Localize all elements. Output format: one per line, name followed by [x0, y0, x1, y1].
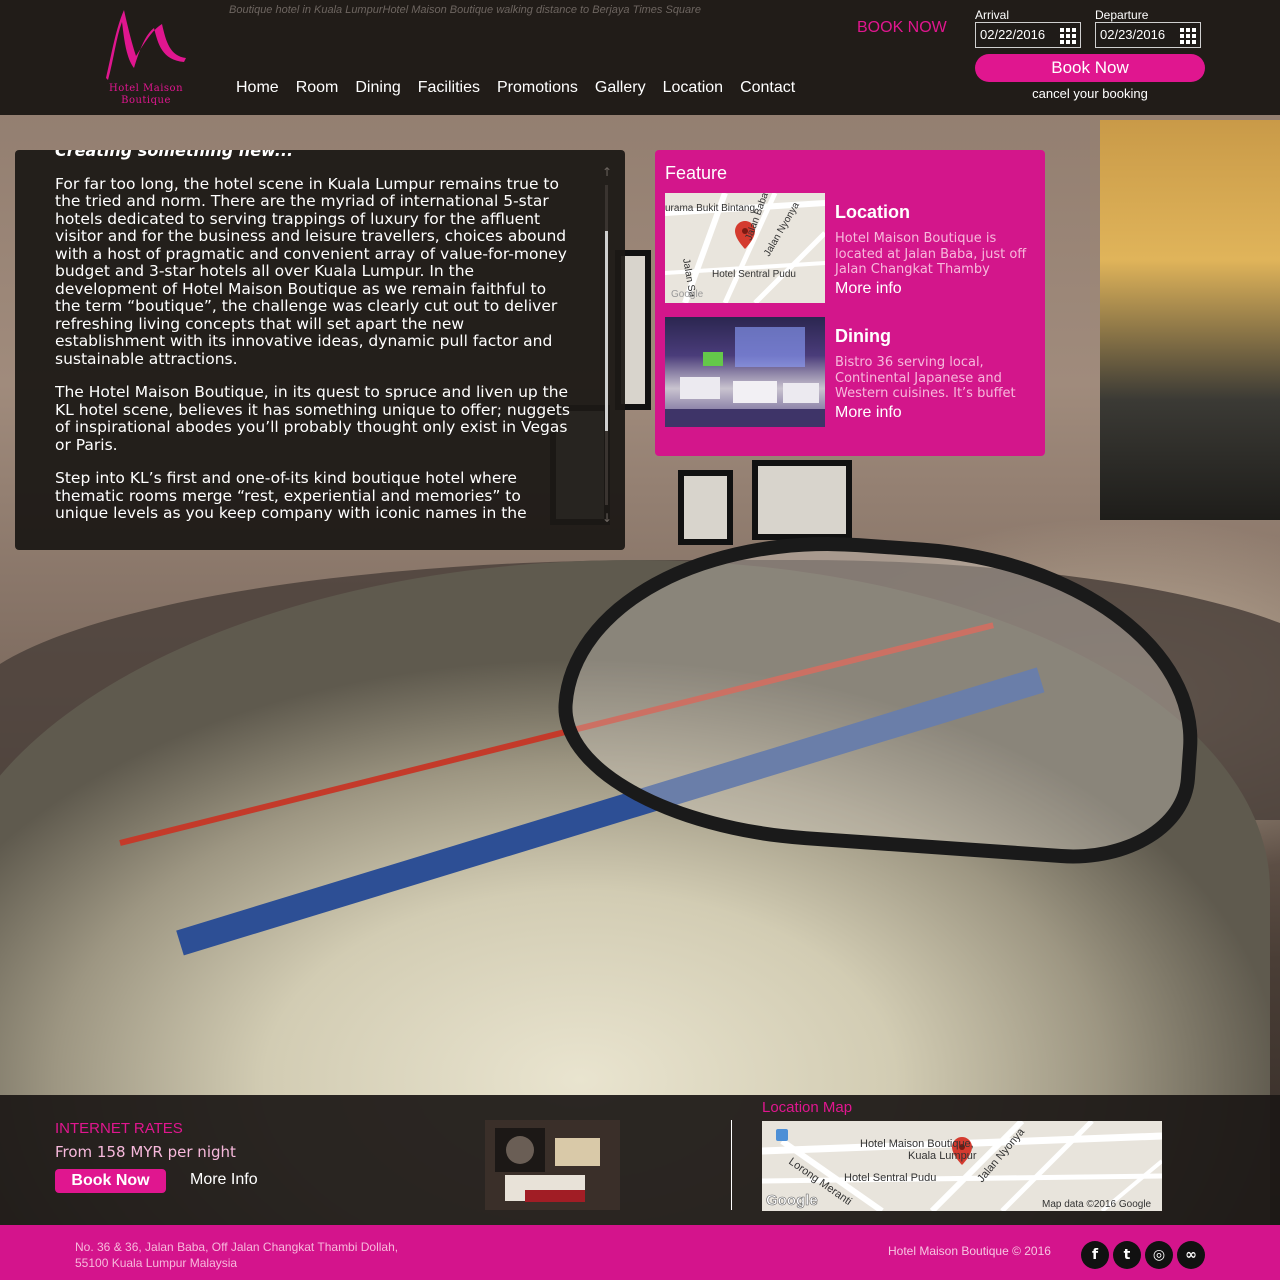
location-map-thumbnail[interactable]: urama Bukit Bintang Jalan Baba Jalan Nyo… [665, 193, 825, 303]
address-line-2: 55100 Kuala Lumpur Malaysia [75, 1256, 238, 1270]
nav-room[interactable]: Room [296, 79, 339, 97]
location-map-embed[interactable]: Hotel Maison Boutique, Kuala Lumpur Hote… [762, 1121, 1162, 1211]
rates-book-now-button[interactable]: Book Now [55, 1169, 166, 1193]
dining-more-info-link[interactable]: More info [835, 404, 902, 422]
calendar-icon[interactable] [1060, 28, 1076, 44]
map-label: Hotel Sentral Pudu [844, 1172, 936, 1184]
article-paragraph: The Hotel Maison Boutique, in its quest … [55, 383, 570, 454]
arrival-date-input[interactable]: 02/22/2016 [975, 22, 1081, 48]
book-now-button[interactable]: Book Now [975, 54, 1205, 82]
map-label: Google [671, 289, 704, 300]
location-heading: Location [835, 202, 910, 222]
hotel-address: No. 36 & 36, Jalan Baba, Off Jalan Chang… [75, 1239, 398, 1271]
calendar-icon[interactable] [1180, 28, 1196, 44]
map-label: Hotel Sentral Pudu [712, 269, 796, 280]
map-label: Map data ©2016 Google [1042, 1199, 1152, 1210]
book-now-heading: BOOK NOW [857, 19, 947, 36]
location-map-illustration: Hotel Maison Boutique, Kuala Lumpur Hote… [762, 1121, 1162, 1211]
dining-photo-thumbnail[interactable] [665, 317, 825, 427]
article-paragraph: Step into KL’s first and one-of-its kind… [55, 469, 527, 522]
city-skyline-mural [1100, 120, 1280, 520]
scroll-thumb[interactable] [605, 231, 608, 431]
tripadvisor-icon[interactable]: ∞ [1177, 1241, 1205, 1269]
scroll-up-arrow-icon[interactable]: ↑ [598, 165, 616, 181]
map-illustration: urama Bukit Bintang Jalan Baba Jalan Nyo… [665, 193, 825, 303]
location-more-info-link[interactable]: More info [835, 280, 902, 298]
departure-date-input[interactable]: 02/23/2016 [1095, 22, 1201, 48]
wall-frame [752, 460, 852, 540]
map-label: Hotel Maison Boutique, [860, 1138, 974, 1150]
address-line-1: No. 36 & 36, Jalan Baba, Off Jalan Chang… [75, 1240, 399, 1254]
article-scrollbar[interactable]: ↑ ↓ [598, 165, 616, 535]
logo-line-1: Hotel Maison [108, 83, 184, 94]
feature-panel: Feature urama Bukit Bintang Jalan Baba J… [655, 150, 1045, 456]
dining-illustration [665, 327, 825, 427]
twitter-icon[interactable]: t [1113, 1241, 1141, 1269]
instagram-icon[interactable]: ◎ [1145, 1241, 1173, 1269]
site-header: Hotel Maison Boutique Boutique hotel in … [0, 0, 1280, 115]
room-illustration [485, 1120, 620, 1210]
map-label: Google [766, 1192, 818, 1209]
arrival-date-value: 02/22/2016 [980, 27, 1046, 42]
bottom-band: INTERNET RATES From 158 MYR per night Bo… [0, 1095, 1280, 1225]
rates-more-info-link[interactable]: More Info [190, 1171, 258, 1189]
departure-date-value: 02/23/2016 [1100, 27, 1166, 42]
vertical-divider [731, 1120, 732, 1210]
article-scroll-area[interactable]: Creating something new... For far too lo… [55, 150, 575, 530]
room-photo-thumbnail[interactable] [485, 1120, 620, 1210]
nav-promotions[interactable]: Promotions [497, 79, 578, 97]
arrival-label: Arrival [975, 8, 1010, 22]
map-label: urama Bukit Bintang [665, 203, 755, 214]
nav-home[interactable]: Home [236, 79, 279, 97]
location-description: Hotel Maison Boutique is located at Jala… [835, 231, 1027, 277]
wall-frame [678, 470, 733, 545]
map-label: Kuala Lumpur [908, 1150, 977, 1162]
nav-gallery[interactable]: Gallery [595, 79, 646, 97]
logo-line-2: Boutique [121, 95, 171, 106]
cancel-booking-link[interactable]: cancel your booking [975, 86, 1205, 101]
scroll-down-arrow-icon[interactable]: ↓ [598, 511, 616, 527]
departure-label: Departure [1095, 8, 1149, 22]
article-panel: Creating something new... For far too lo… [15, 150, 625, 550]
internet-rates-price: From 158 MYR per night [55, 1143, 236, 1161]
nav-facilities[interactable]: Facilities [418, 79, 480, 97]
dining-heading: Dining [835, 326, 891, 346]
nav-dining[interactable]: Dining [355, 79, 400, 97]
nav-contact[interactable]: Contact [740, 79, 795, 97]
internet-rates-title: INTERNET RATES [55, 1120, 183, 1137]
nav-location[interactable]: Location [663, 79, 724, 97]
location-map-title: Location Map [762, 1099, 853, 1116]
copyright-text: Hotel Maison Boutique © 2016 [888, 1244, 1051, 1258]
logo-wordmark: Hotel Maison Boutique [100, 83, 192, 107]
facebook-icon[interactable]: f [1081, 1241, 1109, 1269]
main-nav: Home Room Dining Facilities Promotions G… [236, 79, 812, 97]
article-heading: Creating something new... [55, 150, 294, 160]
dining-description: Bistro 36 serving local, Continental Jap… [835, 355, 1016, 401]
article-paragraph: For far too long, the hotel scene in Kua… [55, 174, 567, 368]
site-tagline: Boutique hotel in Kuala LumpurHotel Mais… [229, 4, 701, 16]
feature-title: Feature [665, 163, 728, 183]
site-footer: No. 36 & 36, Jalan Baba, Off Jalan Chang… [0, 1225, 1280, 1280]
